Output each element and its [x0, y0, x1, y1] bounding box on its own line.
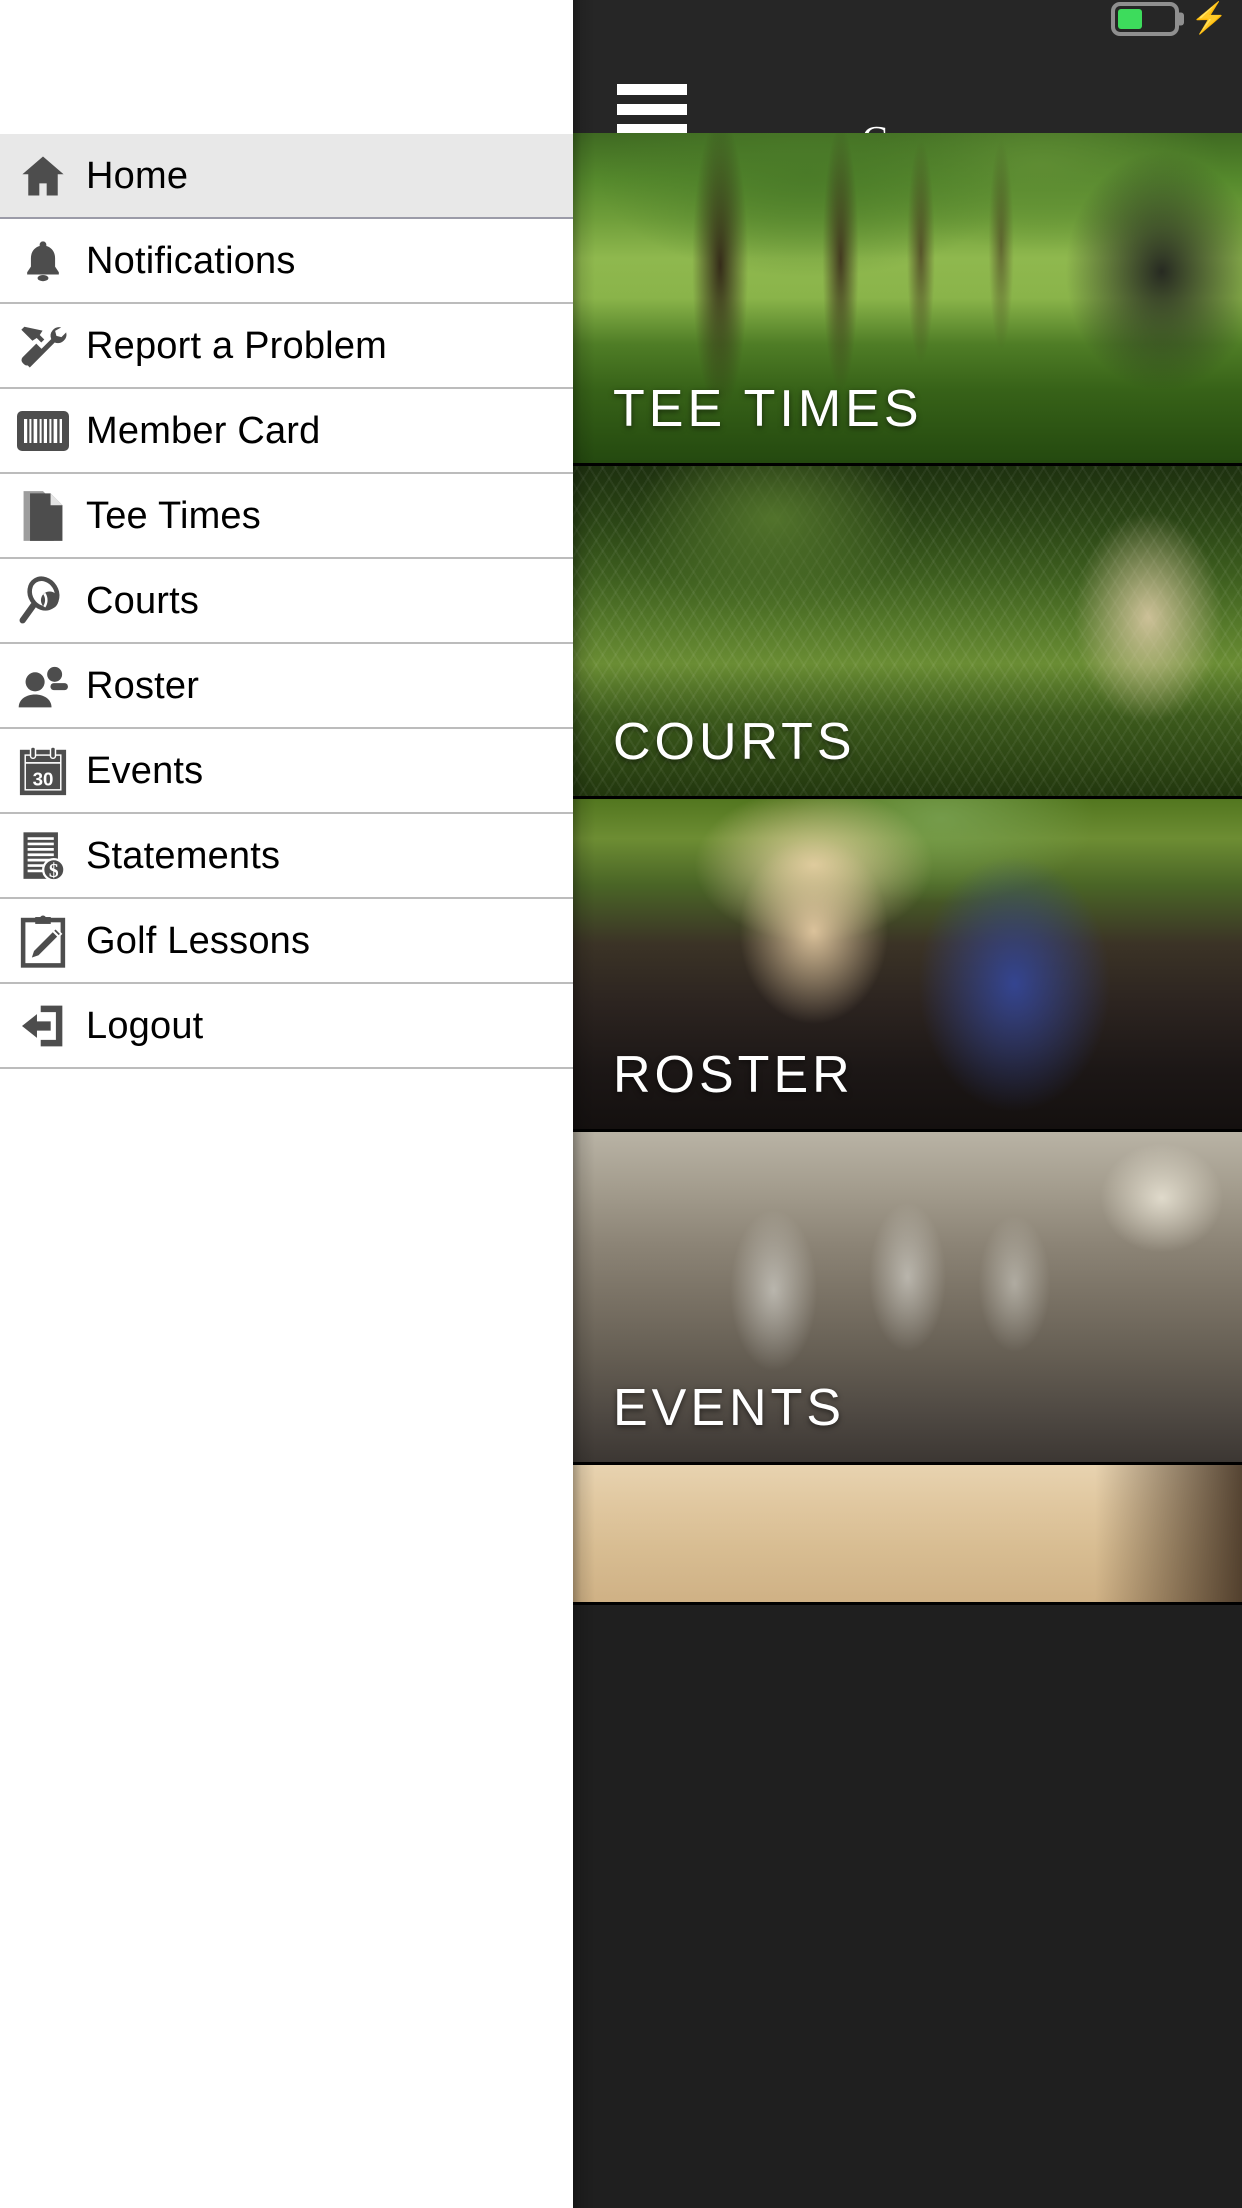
barcode-icon — [0, 410, 86, 451]
document-icon — [0, 489, 86, 543]
navigation-drawer: Home Notifications Report a Problem Member … — [0, 0, 595, 2208]
sidebar-item-roster[interactable]: Roster — [0, 644, 573, 729]
tile-partial[interactable] — [573, 1465, 1242, 1605]
tile-list: TEE TIMES COURTS ROSTER EVENTS — [573, 133, 1242, 2208]
sidebar-item-courts[interactable]: Courts — [0, 559, 573, 644]
tile-courts[interactable]: COURTS — [573, 466, 1242, 799]
tile-label: TEE TIMES — [613, 380, 923, 438]
sidebar-item-label: Report a Problem — [86, 324, 388, 367]
clipboard-pencil-icon — [0, 914, 86, 968]
battery-icon — [1110, 2, 1179, 36]
sidebar-item-label: Roster — [86, 664, 200, 707]
sidebar-item-label: Events — [86, 749, 204, 792]
hammer-wrench-icon — [0, 320, 86, 372]
sidebar-item-label: Courts — [86, 579, 200, 622]
statement-dollar-icon: $ — [0, 829, 86, 883]
sidebar-item-member-card[interactable]: Member Card — [0, 389, 573, 474]
app-root: ⚡ MENU G TEE TIMESCOURTSROSTEREVENTS Hom… — [0, 0, 1242, 2208]
tile-roster[interactable]: ROSTER — [573, 799, 1242, 1132]
bell-icon — [0, 235, 86, 287]
sidebar-item-golf-lessons[interactable]: Golf Lessons — [0, 899, 573, 984]
sidebar-item-label: Member Card — [86, 409, 321, 452]
tennis-racket-icon — [0, 574, 86, 628]
sidebar-item-logout[interactable]: Logout — [0, 984, 573, 1069]
sidebar-item-label: Logout — [86, 1004, 204, 1047]
logout-arrow-icon — [0, 1001, 86, 1051]
tile-label: COURTS — [613, 713, 856, 771]
sidebar-item-label: Tee Times — [86, 494, 261, 537]
sidebar-item-events[interactable]: 30 Events — [0, 729, 573, 814]
lightning-bolt-icon: ⚡ — [1190, 2, 1228, 35]
drawer-top-spacer — [0, 0, 573, 134]
tile-events[interactable]: EVENTS — [573, 1132, 1242, 1465]
calendar-30-icon: 30 — [0, 745, 86, 797]
sidebar-item-label: Statements — [86, 834, 281, 877]
svg-text:$: $ — [49, 860, 59, 881]
sidebar-item-tee-times[interactable]: Tee Times — [0, 474, 573, 559]
sidebar-item-label: Notifications — [86, 239, 296, 282]
sidebar-item-home[interactable]: Home — [0, 134, 573, 219]
sidebar-item-notifications[interactable]: Notifications — [0, 219, 573, 304]
tile-label: EVENTS — [613, 1379, 846, 1437]
svg-text:30: 30 — [33, 768, 54, 789]
sidebar-item-statements[interactable]: $ Statements — [0, 814, 573, 899]
home-icon — [0, 150, 86, 202]
sidebar-item-label: Golf Lessons — [86, 919, 311, 962]
people-icon — [0, 662, 86, 710]
wood-table-photo — [573, 1465, 1242, 1602]
sidebar-item-label: Home — [86, 154, 189, 197]
drawer-nav-list: Home Notifications Report a Problem Member … — [0, 134, 573, 1069]
tile-tee-times[interactable]: TEE TIMES — [573, 133, 1242, 466]
sidebar-item-report-a-problem[interactable]: Report a Problem — [0, 304, 573, 389]
tile-label: ROSTER — [613, 1046, 854, 1104]
